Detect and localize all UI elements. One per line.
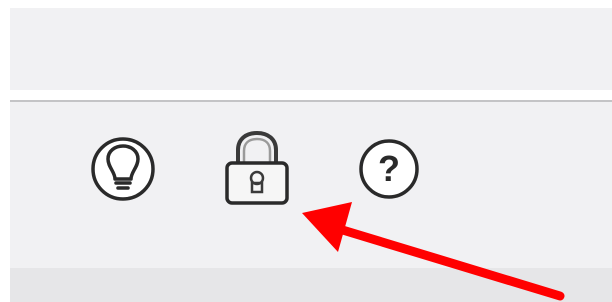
tips-button[interactable] [86,136,160,202]
help-glyph: ? [378,148,400,189]
top-bar [10,8,612,90]
lightbulb-icon [91,137,155,201]
lock-button[interactable] [218,128,296,208]
help-icon: ? [359,139,419,199]
screenshot-page: ? [0,0,612,302]
bottom-strip [10,268,612,302]
lock-icon [225,130,289,205]
help-button[interactable]: ? [356,138,422,200]
